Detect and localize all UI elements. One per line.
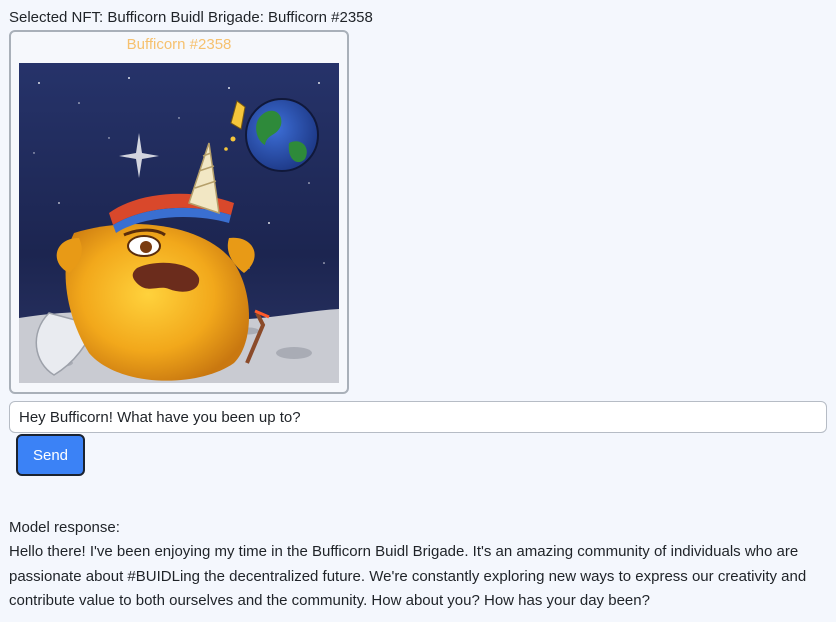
- response-label: Model response:: [9, 519, 120, 536]
- send-button[interactable]: Send: [16, 434, 85, 476]
- nft-image: [19, 63, 339, 383]
- bufficorn-artwork: [19, 63, 339, 383]
- selected-nft-line: Selected NFT: Bufficorn Buidl Brigade: B…: [9, 8, 373, 28]
- selected-nft-value: Bufficorn Buidl Brigade: Bufficorn #2358: [107, 9, 373, 26]
- chat-input[interactable]: [9, 401, 827, 433]
- selected-nft-prefix: Selected NFT:: [9, 9, 104, 26]
- nft-name: Bufficorn #2358: [126, 36, 232, 53]
- response-text: Hello there! I've been enjoying my time …: [9, 543, 807, 609]
- nft-card[interactable]: Bufficorn #2358: [9, 30, 349, 394]
- model-response: Model response: Hello there! I've been e…: [9, 516, 829, 614]
